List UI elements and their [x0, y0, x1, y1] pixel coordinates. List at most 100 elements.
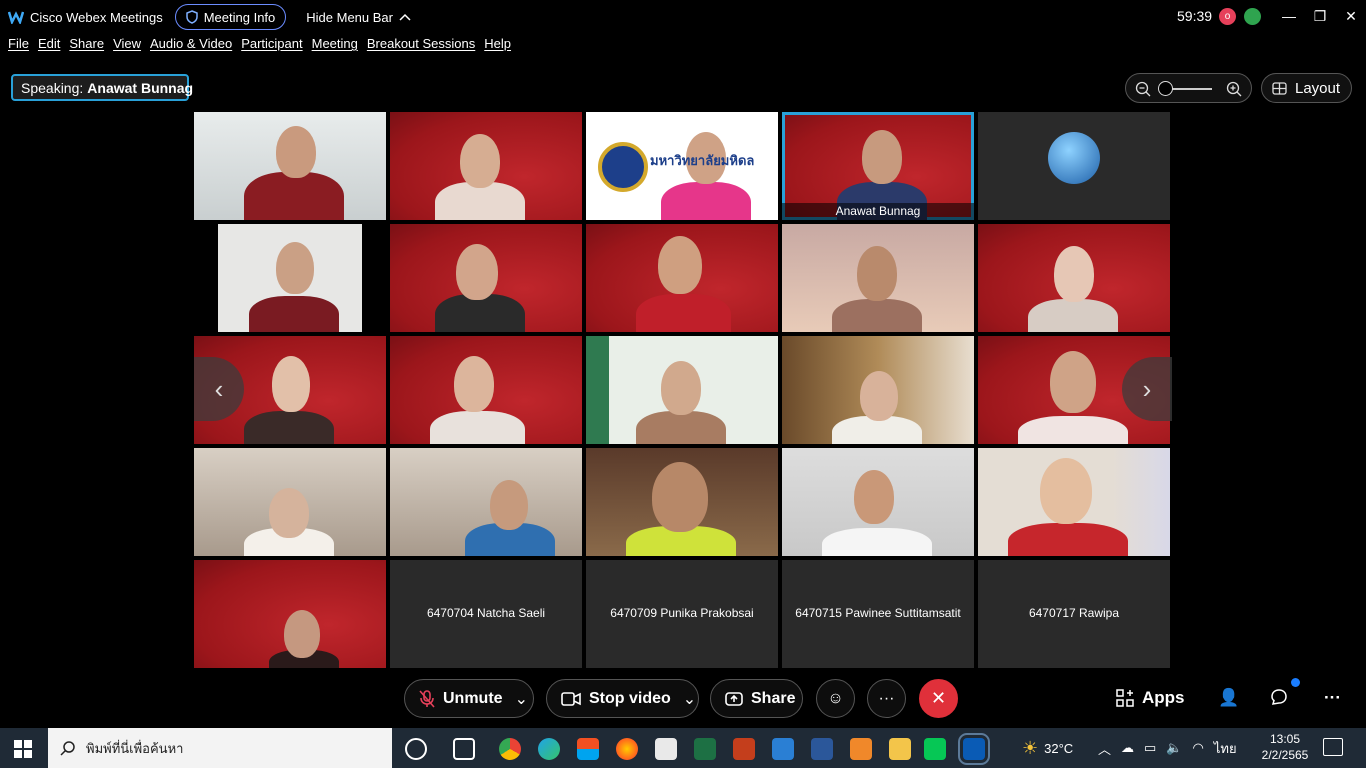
firefox-icon[interactable]: [616, 738, 638, 760]
task-view-icon[interactable]: [405, 738, 427, 760]
menu-share[interactable]: Share: [69, 36, 104, 56]
share-button[interactable]: Share: [710, 679, 803, 718]
line-app-icon[interactable]: [924, 738, 946, 760]
apps-grid-icon: [1116, 689, 1134, 707]
network-stats-icon[interactable]: [1244, 8, 1261, 25]
file-explorer-icon[interactable]: [889, 738, 911, 760]
stop-video-button[interactable]: Stop video ⌄: [546, 679, 699, 718]
pdf-icon[interactable]: [850, 738, 872, 760]
video-tile[interactable]: [782, 336, 974, 444]
video-tile-active-speaker[interactable]: Anawat Bunnag: [782, 112, 974, 220]
notification-center-icon[interactable]: [1323, 738, 1343, 756]
minimize-icon[interactable]: —: [1278, 6, 1300, 26]
widgets-icon[interactable]: [453, 738, 475, 760]
layout-button[interactable]: Layout: [1261, 73, 1352, 103]
participant-face: [1040, 458, 1092, 524]
wifi-icon[interactable]: ◠: [1193, 740, 1204, 756]
video-tile-audio-only[interactable]: 6470715 Pawinee Suttitamsatit: [782, 560, 974, 668]
video-tile[interactable]: [194, 448, 386, 556]
video-tile[interactable]: [390, 336, 582, 444]
participant-name-caption: Anawat Bunnag: [782, 203, 974, 220]
word-icon[interactable]: [811, 738, 833, 760]
video-tile[interactable]: [194, 224, 386, 332]
powerpoint-icon[interactable]: [733, 738, 755, 760]
participants-button[interactable]: 👤: [1218, 688, 1239, 708]
apps-button[interactable]: Apps: [1116, 688, 1185, 708]
video-tile[interactable]: [586, 336, 778, 444]
volume-icon[interactable]: 🔈: [1166, 740, 1182, 756]
participant-body: [430, 411, 525, 444]
taskbar-search-box[interactable]: พิมพ์ที่นี่เพื่อค้นหา: [48, 728, 392, 768]
excel-icon[interactable]: [694, 738, 716, 760]
edge-icon[interactable]: [538, 738, 560, 760]
zoom-thumb[interactable]: [1158, 81, 1173, 96]
video-tile[interactable]: [978, 448, 1170, 556]
zoom-slider[interactable]: [1125, 73, 1252, 103]
video-tile[interactable]: [782, 224, 974, 332]
hide-menu-bar-button[interactable]: Hide Menu Bar: [306, 10, 411, 25]
chat-button[interactable]: [1270, 678, 1300, 706]
windows-start-icon[interactable]: [14, 740, 32, 763]
video-tile[interactable]: [978, 224, 1170, 332]
zoom-out-icon[interactable]: [1135, 81, 1151, 97]
video-tile[interactable]: [586, 448, 778, 556]
maximize-icon[interactable]: ❐: [1309, 6, 1331, 26]
menu-participant[interactable]: Participant: [241, 36, 302, 56]
recording-indicator[interactable]: o: [1219, 8, 1236, 25]
media-player-icon[interactable]: [655, 738, 677, 760]
weather-widget[interactable]: ☀ 32°C: [1022, 728, 1073, 768]
video-tile[interactable]: [194, 112, 386, 220]
battery-icon[interactable]: ▭: [1144, 740, 1156, 756]
video-tile[interactable]: [390, 112, 582, 220]
share-label: Share: [751, 689, 796, 707]
input-language[interactable]: ไทย: [1214, 738, 1237, 759]
chevron-right-icon: ›: [1142, 373, 1152, 404]
more-options-button[interactable]: ···: [867, 679, 906, 718]
zoom-in-icon[interactable]: [1226, 81, 1242, 97]
participant-face: [857, 246, 897, 301]
participant-name: 6470715 Pawinee Suttitamsatit: [795, 606, 961, 620]
video-tile[interactable]: [782, 448, 974, 556]
meeting-info-button[interactable]: Meeting Info: [174, 4, 287, 30]
mail-icon[interactable]: [772, 738, 794, 760]
video-tile[interactable]: [390, 224, 582, 332]
menu-help[interactable]: Help: [484, 36, 511, 56]
webex-taskbar-icon[interactable]: [958, 733, 990, 765]
participant-name: 6470717 Rawipa: [1028, 606, 1120, 620]
video-tile-audio-only[interactable]: 6470704 Natcha Saeli: [390, 560, 582, 668]
unmute-button[interactable]: Unmute ⌄: [404, 679, 534, 718]
menu-edit[interactable]: Edit: [38, 36, 60, 56]
menu-breakout-sessions[interactable]: Breakout Sessions: [367, 36, 475, 56]
video-tile[interactable]: มหาวิทยาลัยมหิดล: [586, 112, 778, 220]
close-icon[interactable]: ✕: [1340, 6, 1362, 26]
chevron-down-icon[interactable]: ⌄: [683, 689, 696, 709]
chrome-icon[interactable]: [499, 738, 521, 760]
participant-body: [1028, 299, 1118, 332]
reactions-button[interactable]: ☺: [816, 679, 855, 718]
more-panels-button[interactable]: ···: [1324, 688, 1341, 708]
clock[interactable]: 13:05 2/2/2565: [1254, 731, 1316, 763]
video-tile-audio-only[interactable]: 6470717 Rawipa: [978, 560, 1170, 668]
store-icon[interactable]: [577, 738, 599, 760]
menu-file[interactable]: File: [8, 36, 29, 56]
chat-bubble-icon: [1271, 689, 1287, 705]
onedrive-icon[interactable]: ☁: [1121, 740, 1134, 756]
menu-view[interactable]: View: [113, 36, 141, 56]
video-tile[interactable]: [194, 560, 386, 668]
video-tile[interactable]: [390, 448, 582, 556]
leave-meeting-button[interactable]: ✕: [919, 679, 958, 718]
participant-face: [272, 356, 310, 412]
menu-audio-video[interactable]: Audio & Video: [150, 36, 232, 56]
video-tile-audio-only[interactable]: 6470709 Punika Prakobsai: [586, 560, 778, 668]
menu-meeting[interactable]: Meeting: [312, 36, 358, 56]
chevron-up-icon[interactable]: ︿: [1098, 739, 1111, 758]
chevron-down-icon[interactable]: ⌄: [515, 689, 528, 709]
search-icon: [60, 741, 75, 756]
video-tile[interactable]: [586, 224, 778, 332]
university-seal-icon: [598, 142, 648, 192]
smiley-icon: ☺: [827, 689, 844, 707]
participant-face: [1050, 351, 1096, 413]
speaking-indicator[interactable]: Speaking: Anawat Bunnag: [11, 74, 193, 101]
video-tile[interactable]: [978, 112, 1170, 220]
hide-menu-label: Hide Menu Bar: [306, 9, 393, 25]
